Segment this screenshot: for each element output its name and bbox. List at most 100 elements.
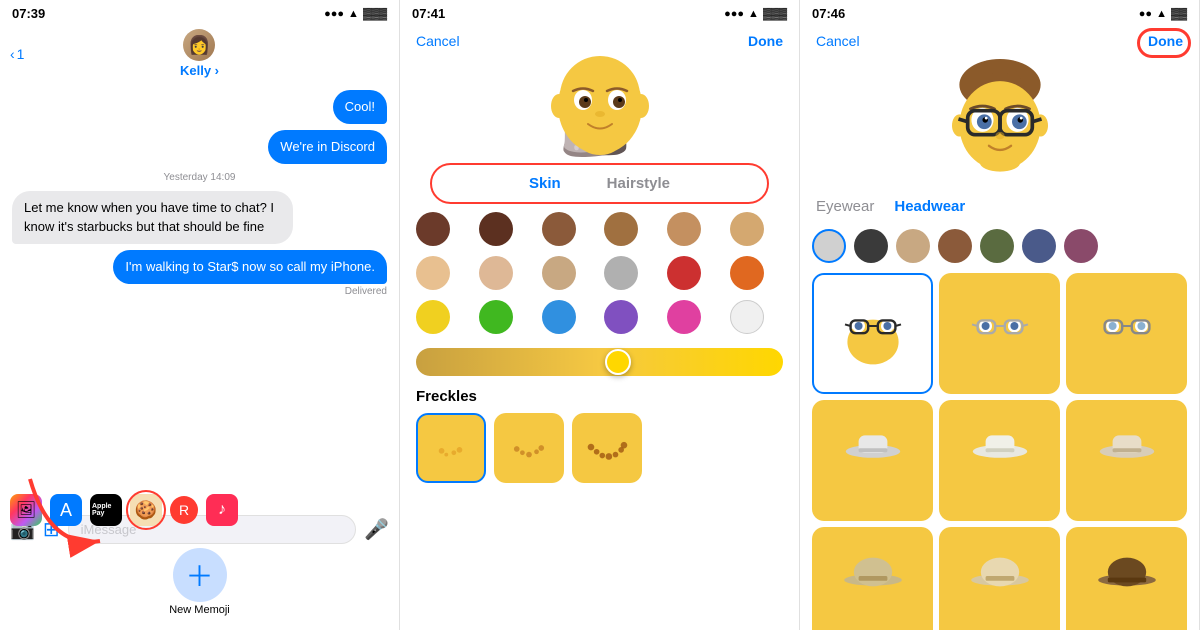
swatch-4[interactable] [604, 212, 638, 246]
arrow-annotation [20, 469, 130, 564]
battery-icon: ▓▓▓ [363, 8, 387, 20]
eyewear-color-5[interactable] [980, 229, 1014, 263]
status-icons-2: ●●● ▲ ▓▓▓ [724, 8, 787, 20]
message-bubble: Cool! [333, 90, 387, 124]
arrow-svg [20, 469, 130, 559]
contact-name: Kelly › [180, 63, 219, 78]
freckles-row [400, 409, 799, 487]
hw-item-5[interactable] [939, 400, 1060, 521]
tab-eyewear[interactable]: Eyewear [816, 198, 874, 215]
cancel-button-3[interactable]: Cancel [816, 33, 860, 49]
new-memoji-button[interactable]: ＋ [173, 548, 227, 602]
imessage-panel: 07:39 ●●● ▲ ▓▓▓ ‹ 1 👩 Kelly › Cool! We'r… [0, 0, 400, 630]
swatch-15[interactable] [542, 300, 576, 334]
memoji-svg [545, 48, 655, 158]
headwear-panel: 07:46 ●● ▲ ▓▓ Cancel Done [800, 0, 1200, 630]
swatch-16[interactable] [604, 300, 638, 334]
red-tray-icon[interactable]: R [170, 496, 198, 524]
back-count: 1 [17, 46, 25, 62]
swatch-2[interactable] [479, 212, 513, 246]
swatch-8[interactable] [479, 256, 513, 290]
hw-item-2[interactable] [939, 273, 1060, 394]
eyewear-color-7[interactable] [1064, 229, 1098, 263]
messages-list: Cool! We're in Discord Yesterday 14:09 L… [0, 82, 399, 305]
cancel-button-2[interactable]: Cancel [416, 33, 460, 49]
freckle-option-3[interactable] [572, 413, 642, 483]
skin-editor-panel: 07:41 ●●● ▲ ▓▓▓ Cancel Done 🗿 [400, 0, 800, 630]
memoji-bald-face [545, 48, 655, 158]
swatch-17[interactable] [667, 300, 701, 334]
swatch-9[interactable] [542, 256, 576, 290]
swatch-11[interactable] [667, 256, 701, 290]
swatch-18[interactable] [730, 300, 764, 334]
chevron-left-icon: ‹ [10, 46, 15, 62]
headwear-grid [800, 269, 1199, 630]
status-icons-1: ●●● ▲ ▓▓▓ [324, 8, 387, 20]
battery-icon-3: ▓▓ [1171, 8, 1187, 20]
message-bubble: We're in Discord [268, 130, 387, 164]
battery-icon-2: ▓▓▓ [763, 8, 787, 20]
eyewear-color-row [800, 223, 1199, 269]
eyewear-headwear-tabs: Eyewear Headwear [800, 190, 1199, 223]
wifi-icon-3: ▲ [1156, 8, 1167, 20]
hw-item-8[interactable] [939, 527, 1060, 630]
timestamp: Yesterday 14:09 [12, 172, 387, 183]
swatch-12[interactable] [730, 256, 764, 290]
eyewear-color-2[interactable] [854, 229, 888, 263]
memoji-glasses-face [940, 59, 1060, 184]
slider-track [416, 348, 783, 376]
time-3: 07:46 [812, 6, 845, 21]
delivered-status: Delivered [12, 286, 387, 297]
back-button[interactable]: ‹ 1 [10, 46, 24, 62]
memoji-preview-2: 🗿 [400, 53, 799, 163]
time-1: 07:39 [12, 6, 45, 21]
nav-bar-1: ‹ 1 👩 Kelly › [0, 25, 399, 82]
status-bar-2: 07:41 ●●● ▲ ▓▓▓ [400, 0, 799, 25]
hw-item-3[interactable] [1066, 273, 1187, 394]
message-bubble: I'm walking to Star$ now so call my iPho… [113, 250, 387, 284]
hw-item-6[interactable] [1066, 400, 1187, 521]
editor-header-3: Cancel Done [800, 25, 1199, 53]
hw-item-9[interactable] [1066, 527, 1187, 630]
swatch-14[interactable] [479, 300, 513, 334]
status-bar-3: 07:46 ●● ▲ ▓▓ [800, 0, 1199, 25]
eyewear-color-3[interactable] [896, 229, 930, 263]
tab-headwear[interactable]: Headwear [894, 198, 965, 215]
new-memoji-label: New Memoji [169, 604, 230, 616]
done-button-2[interactable]: Done [748, 33, 783, 49]
wifi-icon: ▲ [348, 8, 359, 20]
eyewear-color-1[interactable] [812, 229, 846, 263]
swatch-13[interactable] [416, 300, 450, 334]
hw-item-4[interactable] [812, 400, 933, 521]
music-tray-icon[interactable]: ♪ [206, 494, 238, 526]
eyewear-color-6[interactable] [1022, 229, 1056, 263]
done-button-3[interactable]: Done [1148, 33, 1183, 49]
swatch-7[interactable] [416, 256, 450, 290]
status-bar-1: 07:39 ●●● ▲ ▓▓▓ [0, 0, 399, 25]
swatch-1[interactable] [416, 212, 450, 246]
time-2: 07:41 [412, 6, 445, 21]
freckle-option-2[interactable] [494, 413, 564, 483]
memoji-tray-icon[interactable]: 🍪 [130, 494, 162, 526]
eyewear-color-4[interactable] [938, 229, 972, 263]
signal-icon: ●●● [324, 8, 344, 20]
status-icons-3: ●● ▲ ▓▓ [1139, 8, 1187, 20]
new-memoji-section: ＋ New Memoji [0, 548, 399, 616]
contact-avatar: 👩 [183, 29, 215, 61]
skin-color-swatches [400, 204, 799, 342]
slider-thumb[interactable] [605, 349, 631, 375]
freckles-label: Freckles [400, 382, 799, 409]
hw-item-1[interactable] [812, 273, 933, 394]
tab-skin[interactable]: Skin [521, 171, 569, 196]
swatch-5[interactable] [667, 212, 701, 246]
signal-icon-2: ●●● [724, 8, 744, 20]
signal-icon-3: ●● [1139, 8, 1152, 20]
hw-item-7[interactable] [812, 527, 933, 630]
swatch-3[interactable] [542, 212, 576, 246]
swatch-10[interactable] [604, 256, 638, 290]
freckle-option-1[interactable] [416, 413, 486, 483]
skin-tone-slider[interactable] [400, 342, 799, 382]
memoji-tray-container: 🍪 [130, 494, 162, 526]
swatch-6[interactable] [730, 212, 764, 246]
tab-hairstyle[interactable]: Hairstyle [599, 171, 678, 196]
